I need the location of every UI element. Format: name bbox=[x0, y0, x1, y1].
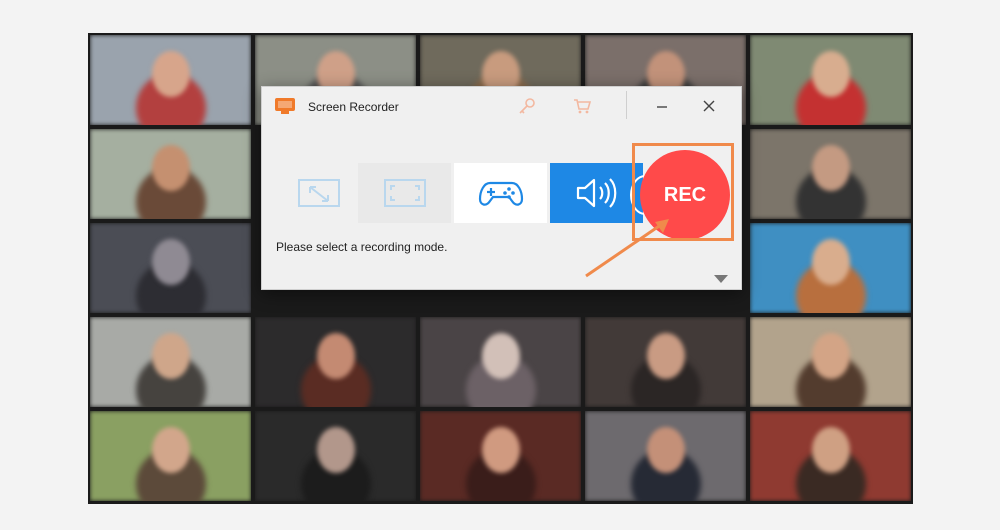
title-bar[interactable]: Screen Recorder bbox=[262, 87, 741, 125]
participant-tile bbox=[255, 317, 416, 407]
participant-tile bbox=[420, 317, 581, 407]
participant-tile bbox=[750, 35, 911, 125]
participant-tile bbox=[255, 411, 416, 501]
participant-tile bbox=[585, 411, 746, 501]
participant-tile bbox=[90, 411, 251, 501]
triangle-down-icon[interactable] bbox=[714, 275, 728, 283]
region-mode-button[interactable] bbox=[272, 163, 365, 223]
participant-tile bbox=[585, 317, 746, 407]
game-mode-button[interactable] bbox=[454, 163, 547, 223]
close-icon[interactable] bbox=[698, 95, 720, 117]
participant-tile bbox=[420, 411, 581, 501]
participant-tile bbox=[750, 129, 911, 219]
participant-tile bbox=[750, 223, 911, 313]
participant-tile bbox=[90, 223, 251, 313]
participant-tile bbox=[750, 317, 911, 407]
fullscreen-mode-button[interactable] bbox=[358, 163, 451, 223]
status-hint: Please select a recording mode. bbox=[276, 240, 448, 254]
region-select-icon bbox=[297, 179, 340, 207]
participant-tile bbox=[750, 411, 911, 501]
gamepad-icon bbox=[478, 181, 523, 206]
window-title: Screen Recorder bbox=[308, 100, 399, 114]
participant-tile bbox=[90, 35, 251, 125]
titlebar-divider bbox=[626, 91, 627, 119]
key-icon[interactable] bbox=[517, 96, 537, 116]
screen-recorder-app-icon bbox=[275, 98, 295, 114]
participant-tile bbox=[90, 317, 251, 407]
participant-tile bbox=[90, 129, 251, 219]
rec-highlight-box bbox=[632, 143, 734, 241]
speaker-icon bbox=[576, 178, 616, 208]
minimize-icon[interactable] bbox=[652, 96, 672, 116]
shopping-cart-icon[interactable] bbox=[572, 96, 592, 116]
fullscreen-icon bbox=[383, 179, 426, 207]
